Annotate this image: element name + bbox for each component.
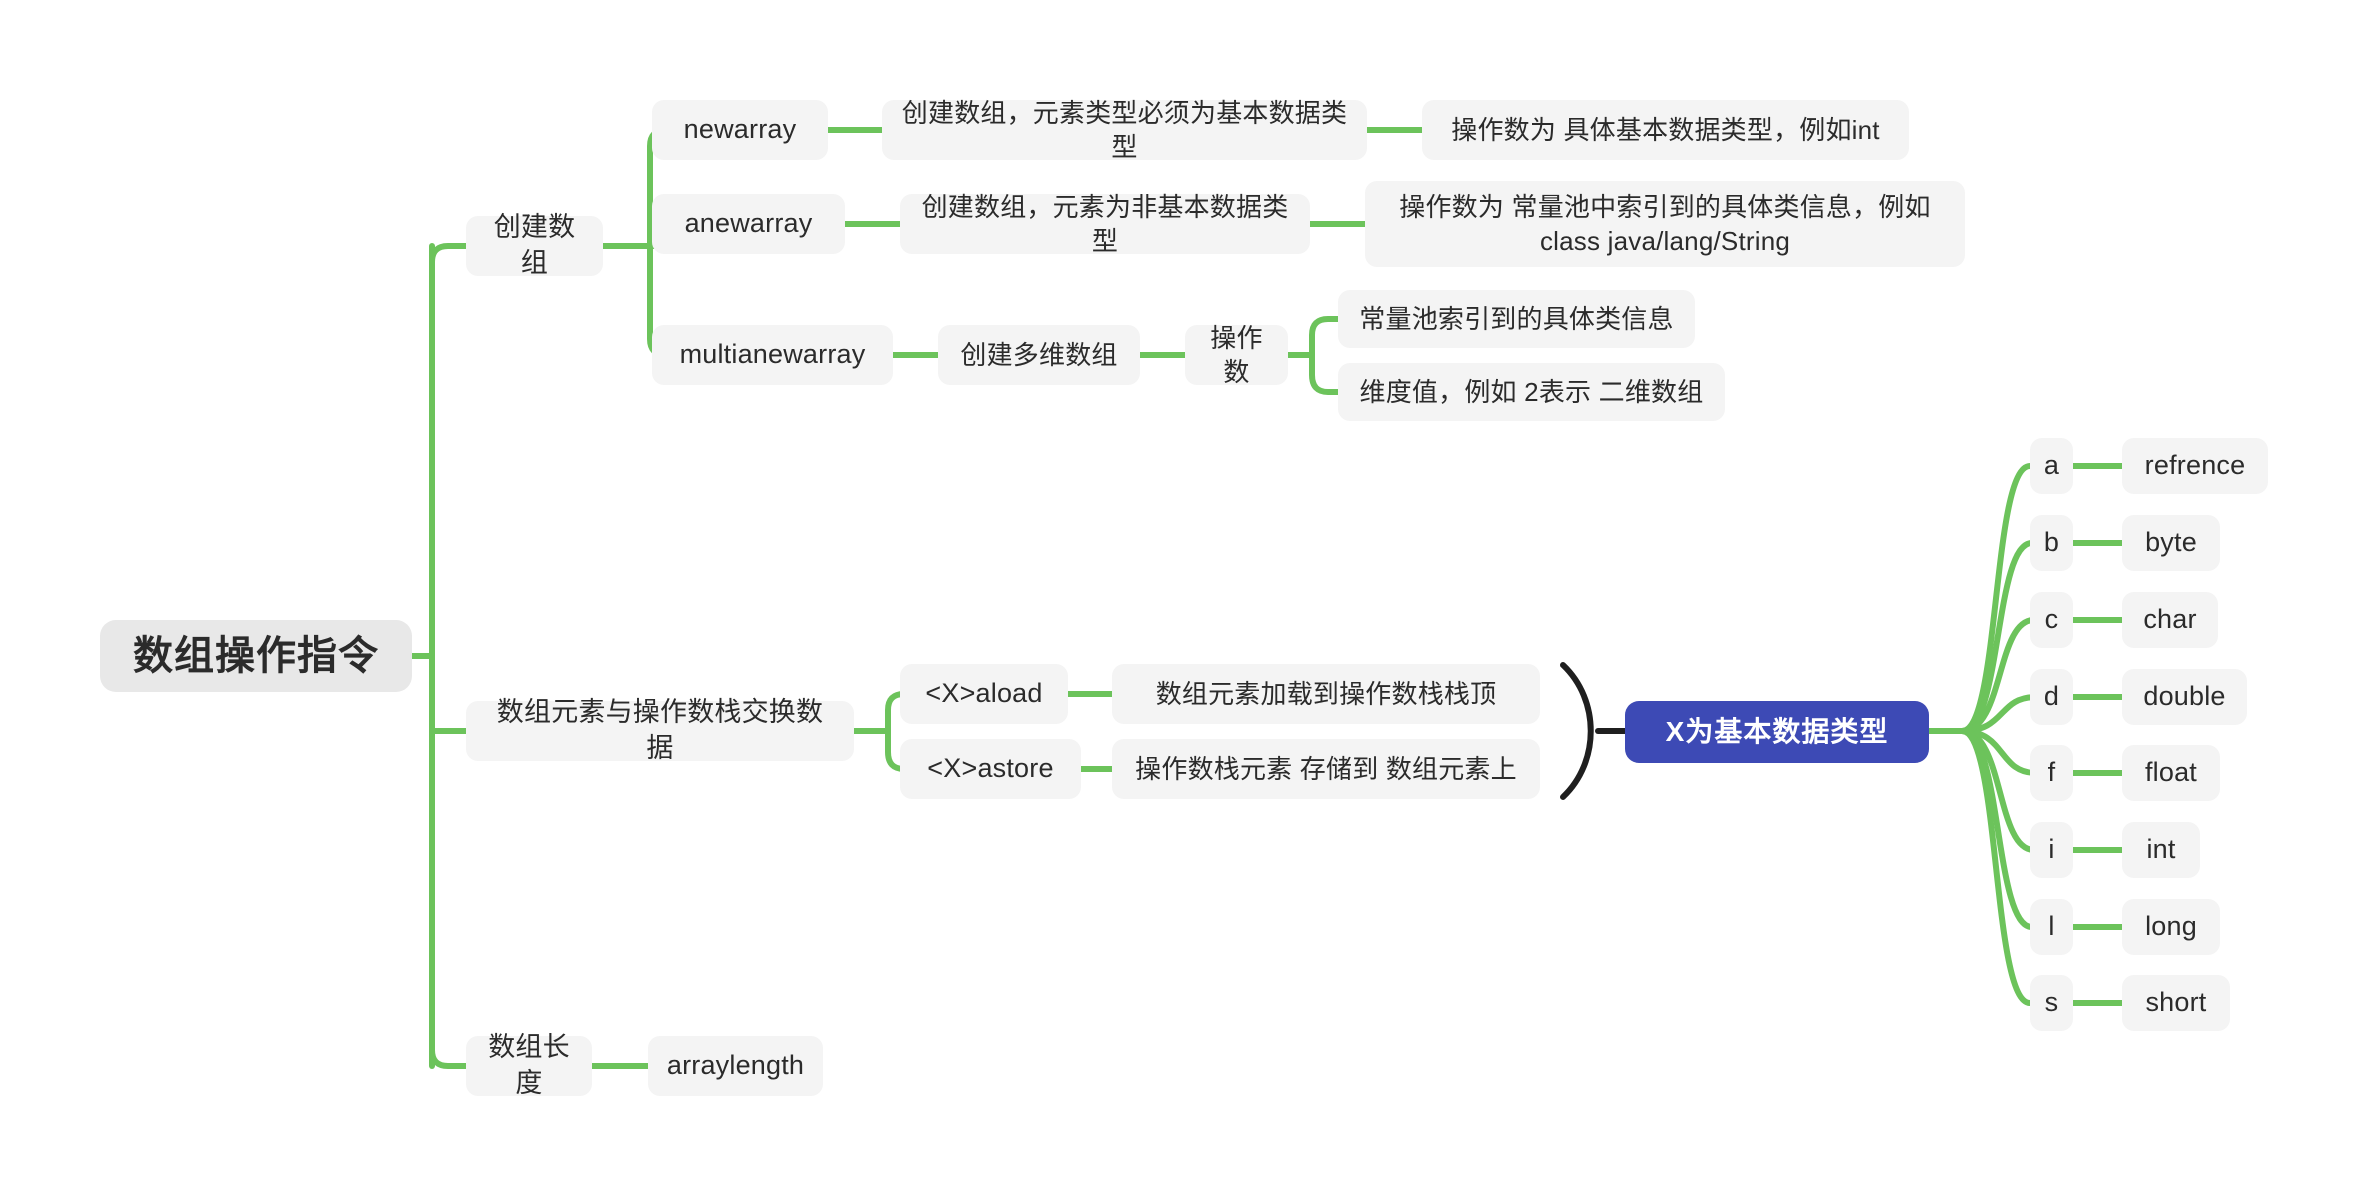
node-type-name-i-label: int bbox=[2146, 834, 2176, 865]
node-multianewarray-operand[interactable]: 操作数 bbox=[1185, 323, 1288, 387]
node-type-letter-s[interactable]: s bbox=[2030, 975, 2073, 1031]
node-anewarray-desc-label: 创建数组，元素为非基本数据类型 bbox=[921, 191, 1289, 256]
node-newarray-desc-label: 创建数组，元素类型必须为基本数据类型 bbox=[901, 97, 1348, 162]
node-type-letter-d-label: d bbox=[2043, 681, 2060, 712]
edge-fan-c bbox=[1959, 617, 2037, 734]
node-anewarray-desc[interactable]: 创建数组，元素为非基本数据类型 bbox=[900, 192, 1310, 256]
node-multianewarray-operand-label: 操作数 bbox=[1210, 322, 1263, 387]
edge-fan-b bbox=[1959, 540, 2035, 734]
node-type-name-b-label: byte bbox=[2145, 527, 2197, 558]
node-multianewarray-desc-label: 创建多维数组 bbox=[960, 339, 1118, 370]
edge-fan-s bbox=[1959, 728, 2033, 1006]
edge-operand-top bbox=[1309, 316, 1341, 358]
node-xastore[interactable]: <X>astore bbox=[900, 739, 1081, 799]
node-type-name-a[interactable]: refrence bbox=[2122, 438, 2268, 494]
node-multianewarray[interactable]: multianewarray bbox=[652, 325, 893, 385]
node-newarray-label: newarray bbox=[683, 114, 797, 145]
edge-fan-l bbox=[1959, 728, 2035, 930]
node-xaload[interactable]: <X>aload bbox=[900, 664, 1068, 724]
node-newarray[interactable]: newarray bbox=[652, 100, 828, 160]
node-anewarray-detail[interactable]: 操作数为 常量池中索引到的具体类信息，例如 class java/lang/St… bbox=[1365, 181, 1965, 267]
node-type-name-d[interactable]: double bbox=[2122, 669, 2247, 725]
node-type-name-f-label: float bbox=[2144, 757, 2198, 788]
node-type-letter-c[interactable]: c bbox=[2030, 592, 2073, 648]
branch-create-array-label: 创建数组 bbox=[493, 212, 576, 278]
node-xastore-label: <X>astore bbox=[927, 753, 1054, 784]
node-type-name-c-label: char bbox=[2143, 604, 2197, 635]
node-operand-class-info-label: 常量池索引到的具体类信息 bbox=[1359, 303, 1674, 334]
node-type-name-a-label: refrence bbox=[2144, 450, 2246, 481]
node-anewarray-label: anewarray bbox=[684, 208, 813, 239]
mindmap-canvas: 数组操作指令 创建数组 newarray 创建数组，元素类型必须为基本数据类型 … bbox=[0, 0, 2358, 1200]
branch-exchange-label: 数组元素与操作数栈交换数据 bbox=[496, 697, 824, 763]
edge-operand-bot bbox=[1309, 352, 1341, 395]
node-type-letter-d[interactable]: d bbox=[2030, 669, 2073, 725]
edge-fan-a bbox=[1959, 463, 2033, 734]
node-multianewarray-label: multianewarray bbox=[679, 339, 866, 370]
node-type-letter-c-label: c bbox=[2044, 604, 2059, 635]
edge-layer bbox=[409, 127, 2125, 1069]
edge-fan-f bbox=[1959, 728, 2039, 776]
edge-fan-d bbox=[1959, 694, 2039, 734]
edge-spine-to-length bbox=[429, 1047, 469, 1069]
branch-array-length[interactable]: 数组长度 bbox=[466, 1032, 592, 1098]
node-type-letter-a-label: a bbox=[2043, 450, 2060, 481]
node-type-name-l[interactable]: long bbox=[2122, 899, 2220, 955]
node-anewarray[interactable]: anewarray bbox=[652, 194, 845, 254]
node-type-name-l-label: long bbox=[2145, 911, 2197, 942]
node-type-letter-l[interactable]: l bbox=[2030, 899, 2073, 955]
node-multianewarray-desc[interactable]: 创建多维数组 bbox=[938, 325, 1140, 385]
branch-exchange[interactable]: 数组元素与操作数栈交换数据 bbox=[466, 697, 854, 763]
node-type-letter-l-label: l bbox=[2048, 911, 2055, 942]
node-xaload-desc[interactable]: 数组元素加载到操作数栈栈顶 bbox=[1112, 664, 1540, 724]
edge-fan-i bbox=[1959, 728, 2037, 853]
node-type-name-f[interactable]: float bbox=[2122, 745, 2220, 801]
node-type-name-c[interactable]: char bbox=[2122, 592, 2218, 648]
node-newarray-detail[interactable]: 操作数为 具体基本数据类型，例如int bbox=[1422, 100, 1909, 160]
branch-array-length-label: 数组长度 bbox=[488, 1032, 570, 1098]
node-type-name-s-label: short bbox=[2145, 987, 2207, 1018]
node-type-letter-f[interactable]: f bbox=[2030, 745, 2073, 801]
node-type-letter-f-label: f bbox=[2047, 757, 2056, 788]
node-x-primitive-note-label: X为基本数据类型 bbox=[1665, 715, 1889, 747]
node-type-letter-i-label: i bbox=[2048, 834, 2055, 865]
node-operand-dimension[interactable]: 维度值，例如 2表示 二维数组 bbox=[1338, 363, 1725, 421]
group-brace-icon bbox=[1560, 662, 1594, 800]
node-operand-class-info[interactable]: 常量池索引到的具体类信息 bbox=[1338, 290, 1695, 348]
edge-spine-to-create bbox=[429, 243, 469, 265]
node-xastore-desc-label: 操作数栈元素 存储到 数组元素上 bbox=[1135, 753, 1517, 784]
node-newarray-desc[interactable]: 创建数组，元素类型必须为基本数据类型 bbox=[882, 98, 1367, 162]
node-type-name-s[interactable]: short bbox=[2122, 975, 2230, 1031]
node-type-letter-a[interactable]: a bbox=[2030, 438, 2073, 494]
node-type-name-i[interactable]: int bbox=[2122, 822, 2200, 878]
node-xaload-label: <X>aload bbox=[925, 678, 1043, 709]
node-operand-dimension-label: 维度值，例如 2表示 二维数组 bbox=[1359, 376, 1704, 407]
branch-create-array[interactable]: 创建数组 bbox=[466, 212, 603, 278]
node-newarray-detail-label: 操作数为 具体基本数据类型，例如int bbox=[1451, 114, 1880, 145]
root-label: 数组操作指令 bbox=[133, 633, 379, 678]
root-node[interactable]: 数组操作指令 bbox=[100, 620, 412, 692]
node-type-letter-s-label: s bbox=[2044, 987, 2059, 1018]
node-type-name-d-label: double bbox=[2143, 681, 2226, 712]
node-xastore-desc[interactable]: 操作数栈元素 存储到 数组元素上 bbox=[1112, 739, 1540, 799]
node-type-letter-b[interactable]: b bbox=[2030, 515, 2073, 571]
node-x-primitive-note[interactable]: X为基本数据类型 bbox=[1625, 701, 1929, 763]
node-xaload-desc-label: 数组元素加载到操作数栈栈顶 bbox=[1155, 678, 1497, 709]
node-type-letter-b-label: b bbox=[2043, 527, 2060, 558]
node-type-name-b[interactable]: byte bbox=[2122, 515, 2220, 571]
node-type-letter-i[interactable]: i bbox=[2030, 822, 2073, 878]
node-anewarray-detail-label: 操作数为 常量池中索引到的具体类信息，例如 class java/lang/St… bbox=[1399, 191, 1931, 256]
node-arraylength-label: arraylength bbox=[666, 1050, 805, 1081]
node-arraylength[interactable]: arraylength bbox=[648, 1036, 823, 1096]
